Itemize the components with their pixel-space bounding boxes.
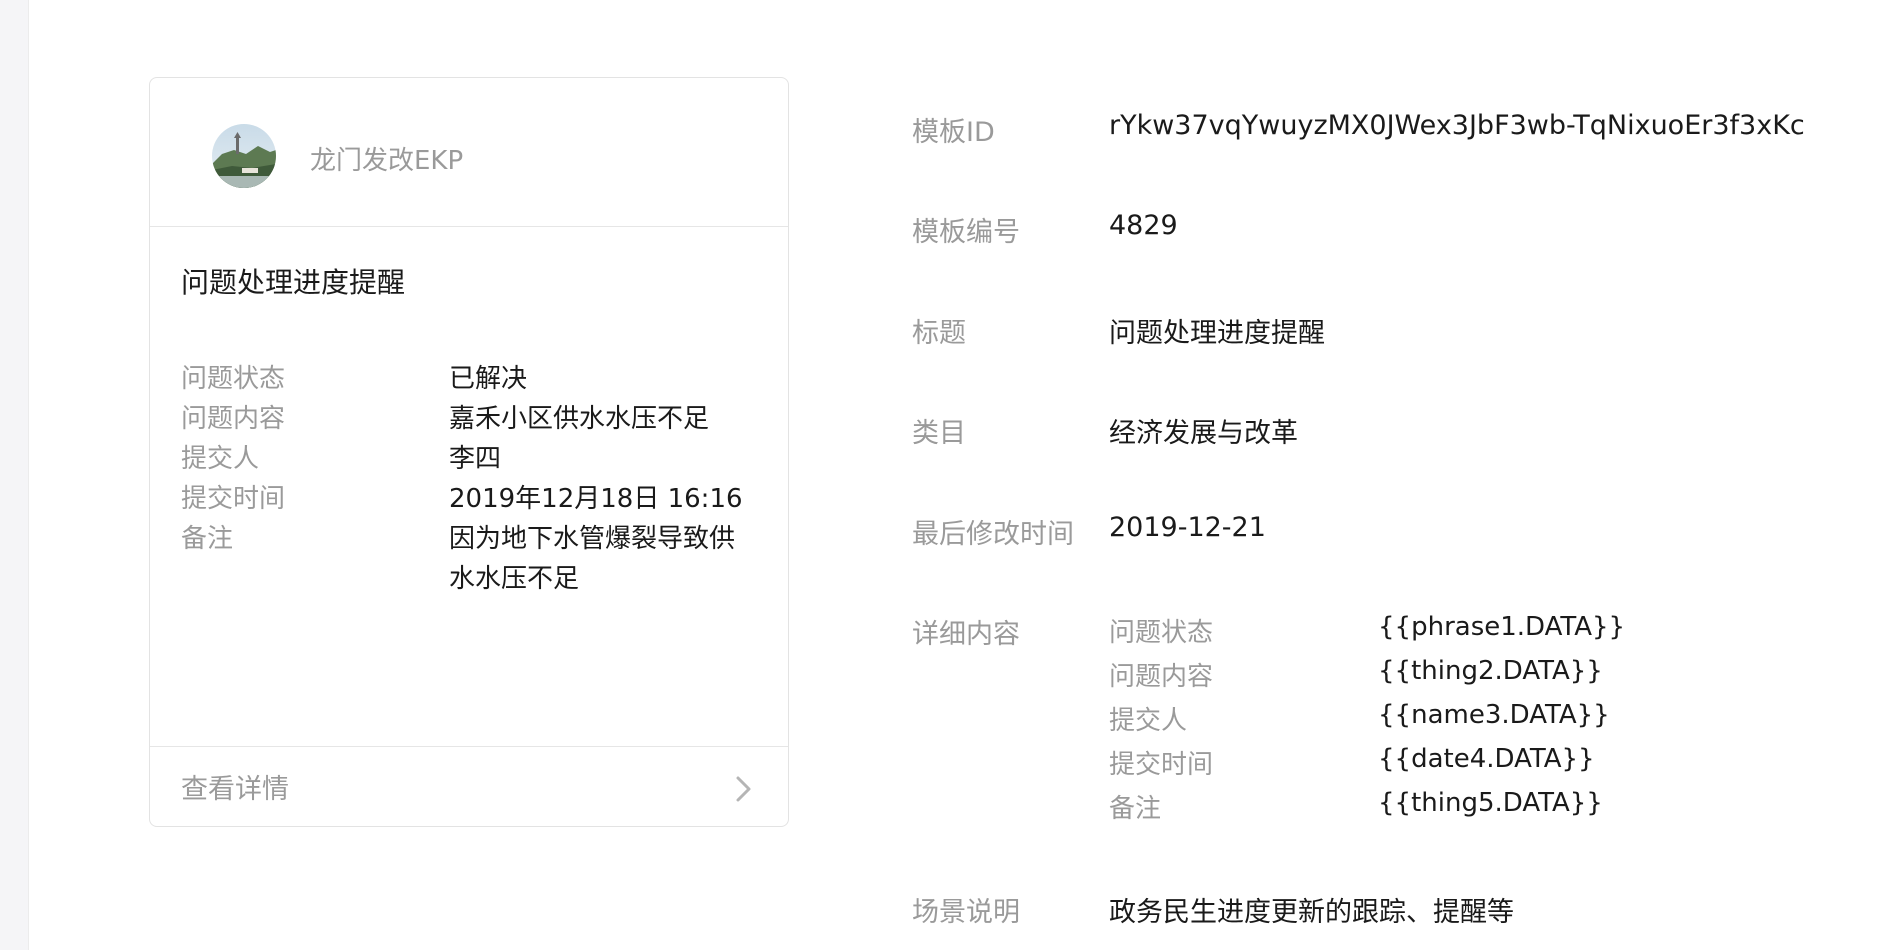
last-modified-value: 2019-12-21 <box>1109 512 1266 543</box>
scenario-label: 场景说明 <box>912 897 1020 928</box>
chevron-right-icon <box>736 776 751 802</box>
title-label: 标题 <box>912 318 966 349</box>
field-value: 已解决 <box>449 364 528 394</box>
card-header: 龙门发改EKP <box>150 78 788 227</box>
template-id-value: rYkw37vqYwuyzMX0JWex3JbF3wb-TqNixuoEr3f3… <box>1109 110 1805 141</box>
detail-placeholder: {{phrase1.DATA}} <box>1378 612 1626 642</box>
left-sidebar-strip <box>0 0 29 950</box>
detail-key: 问题状态 <box>1109 618 1214 648</box>
field-value: 李四 <box>449 444 502 474</box>
field-label: 备注 <box>181 524 234 554</box>
field-label: 提交时间 <box>181 484 286 514</box>
category-label: 类目 <box>912 418 966 449</box>
detail-key: 问题内容 <box>1109 662 1214 692</box>
template-id-label: 模板ID <box>912 117 995 148</box>
view-details-label: 查看详情 <box>181 774 289 805</box>
detail-placeholder: {{date4.DATA}} <box>1378 744 1595 774</box>
detail-placeholder: {{thing5.DATA}} <box>1378 788 1603 818</box>
template-number-value: 4829 <box>1109 210 1178 241</box>
account-name: 龙门发改EKP <box>310 146 464 176</box>
message-preview-card: 龙门发改EKP 问题处理进度提醒 问题状态 已解决 问题内容 嘉禾小区供水水压不… <box>149 77 789 827</box>
scenario-value: 政务民生进度更新的跟踪、提醒等 <box>1109 897 1514 928</box>
detail-placeholder: {{thing2.DATA}} <box>1378 656 1603 686</box>
field-value: 嘉禾小区供水水压不足 <box>449 404 710 434</box>
field-label: 问题内容 <box>181 404 286 434</box>
field-label: 问题状态 <box>181 364 286 394</box>
title-value: 问题处理进度提醒 <box>1109 318 1325 349</box>
template-number-label: 模板编号 <box>912 217 1020 248</box>
account-avatar-icon <box>212 124 276 188</box>
card-title: 问题处理进度提醒 <box>181 266 406 299</box>
field-value: 2019年12月18日 16:16 <box>449 484 743 514</box>
detail-placeholder: {{name3.DATA}} <box>1378 700 1610 730</box>
details-label: 详细内容 <box>912 619 1020 650</box>
detail-key: 提交人 <box>1109 706 1188 736</box>
detail-key: 备注 <box>1109 794 1162 824</box>
last-modified-label: 最后修改时间 <box>912 519 1074 550</box>
detail-key: 提交时间 <box>1109 750 1214 780</box>
view-details-link[interactable]: 查看详情 <box>150 746 788 827</box>
field-value: 因为地下水管爆裂导致供水水压不足 <box>449 524 736 594</box>
field-label: 提交人 <box>181 444 260 474</box>
category-value: 经济发展与改革 <box>1109 418 1298 449</box>
